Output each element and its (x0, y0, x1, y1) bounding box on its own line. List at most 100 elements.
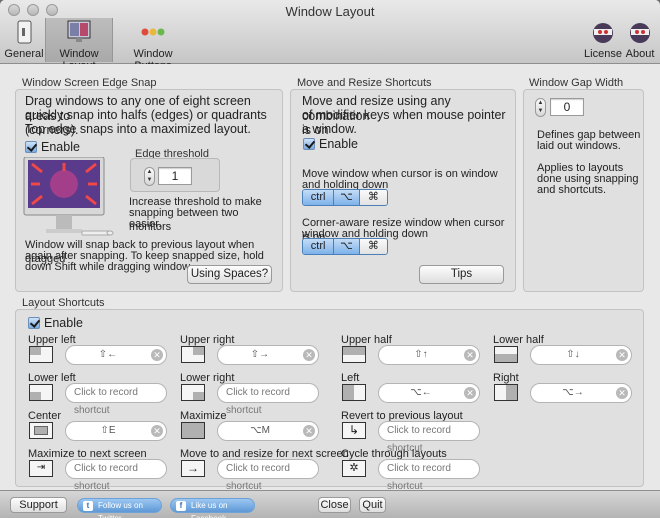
facebook-label: Like us on Facebook (191, 501, 228, 518)
using-spaces-button[interactable]: Using Spaces? (187, 265, 272, 284)
window: Window Layout General Window Layout Wind… (0, 0, 660, 518)
gap-title: Window Gap Width (529, 77, 624, 89)
shortcut-field-cycle[interactable]: Click to record shortcut (378, 459, 480, 492)
shortcut-field-lower-left[interactable]: Click to record shortcut (65, 383, 167, 416)
window-layout-icon (67, 20, 91, 42)
revert-icon: ↳ (342, 422, 366, 439)
move-next-screen-icon: → (181, 460, 205, 477)
edge-snap-enable-checkbox[interactable] (25, 141, 37, 153)
clear-icon[interactable]: ✕ (464, 349, 476, 361)
move-ctrl-key[interactable]: ctrl (303, 190, 335, 205)
tab-license[interactable]: License (584, 18, 622, 62)
close-button[interactable]: Close (318, 497, 351, 513)
shortcut-value: ⌥M (250, 425, 270, 436)
edge-threshold-stepper[interactable]: ▲ ▼ (144, 167, 155, 186)
gap-desc-5: and shortcuts. (537, 184, 607, 196)
quit-button[interactable]: Quit (359, 497, 386, 513)
shortcut-field-left[interactable]: ⌥← ✕ (378, 383, 480, 403)
move-resize-title: Move and Resize Shortcuts (297, 77, 432, 89)
shortcut-label: Lower left (28, 372, 76, 384)
gap-panel: ▲ ▼ 0 Defines gap between laid out window… (523, 89, 644, 292)
lower-left-icon (29, 384, 53, 401)
shortcut-field-right[interactable]: ⌥→ ✕ (530, 383, 632, 403)
center-icon (29, 422, 53, 439)
general-icon (17, 20, 32, 44)
shortcut-field-upper-half[interactable]: ⇧↑ ✕ (378, 345, 480, 365)
clear-icon[interactable]: ✕ (151, 425, 163, 437)
window-buttons-icon (141, 28, 165, 36)
edge-snap-desc-3: Top edge snaps into a maximized layout. (25, 122, 251, 136)
shortcut-field-lower-right[interactable]: Click to record shortcut (217, 383, 319, 416)
bottom-bar: Support t Follow us on Twitter f Like us o… (0, 490, 660, 518)
edge-threshold-group: ▲ ▼ 1 (130, 158, 220, 192)
shortcut-field-lower-half[interactable]: ⇧↓ ✕ (530, 345, 632, 365)
tab-general[interactable]: General (4, 18, 44, 62)
gap-desc-2: laid out windows. (537, 140, 621, 152)
imac-illustration-icon (23, 157, 114, 236)
shortcut-value: ⌥← (410, 387, 432, 398)
gap-stepper[interactable]: ▲ ▼ (535, 98, 546, 117)
next-screen-icon: ⇥ (29, 460, 53, 477)
lower-half-icon (494, 346, 518, 363)
edge-snap-title: Window Screen Edge Snap (22, 77, 157, 89)
move-modifier-keys[interactable]: ctrl ⌥ ⌘ (302, 189, 388, 206)
lower-right-icon (181, 384, 205, 401)
tab-about[interactable]: About (623, 18, 657, 62)
tab-window-layout[interactable]: Window Layout (45, 18, 113, 72)
tab-general-label: General (4, 48, 44, 60)
layout-shortcuts-enable-checkbox[interactable] (28, 317, 40, 329)
twitter-label: Follow us on Twitter (98, 501, 143, 518)
shortcut-field-upper-right[interactable]: ⇧→ ✕ (217, 345, 319, 365)
tab-window-buttons[interactable]: Window Buttons (117, 18, 189, 72)
content-area: Window Screen Edge Snap Drag windows to … (0, 64, 660, 492)
upper-right-icon (181, 346, 205, 363)
shortcut-label: Lower half (493, 334, 544, 346)
shortcut-field-upper-left[interactable]: ⇧← ✕ (65, 345, 167, 365)
clear-icon[interactable]: ✕ (303, 425, 315, 437)
support-button[interactable]: Support (10, 497, 67, 513)
tips-button[interactable]: Tips (419, 265, 504, 284)
tab-license-label: License (584, 48, 622, 60)
upper-half-icon (342, 346, 366, 363)
layout-shortcuts-panel: Enable Upper left ⇧← ✕ Upper right ⇧→ ✕ Up… (15, 309, 644, 492)
shortcut-label: Left (341, 372, 360, 384)
resize-option-key[interactable]: ⌥ (334, 239, 360, 254)
resize-ctrl-key[interactable]: ctrl (303, 239, 335, 254)
clear-icon[interactable]: ✕ (464, 387, 476, 399)
clear-icon[interactable]: ✕ (151, 349, 163, 361)
upper-left-icon (29, 346, 53, 363)
shortcut-value: ⇧↓ (566, 349, 580, 360)
move-option-key[interactable]: ⌥ (334, 190, 360, 205)
edge-snap-panel: Drag windows to any one of eight screen … (15, 89, 283, 292)
shortcut-value: ⇧→ (250, 349, 270, 360)
layout-shortcuts-enable-label: Enable (44, 316, 83, 330)
shortcut-value: ⇧E (100, 425, 116, 436)
shortcut-label: Upper half (341, 334, 392, 346)
threshold-help-3: easier. (129, 218, 162, 230)
move-command-key[interactable]: ⌘ (359, 190, 387, 205)
shortcut-field-move-next-screen[interactable]: Click to record shortcut (217, 459, 319, 492)
clear-icon[interactable]: ✕ (616, 349, 628, 361)
tab-about-label: About (625, 48, 655, 60)
window-title: Window Layout (285, 4, 375, 19)
shortcut-field-maximize[interactable]: ⌥M ✕ (217, 421, 319, 441)
resize-command-key[interactable]: ⌘ (359, 239, 387, 254)
resize-modifier-keys[interactable]: ctrl ⌥ ⌘ (302, 238, 388, 255)
shortcut-field-next-screen[interactable]: Click to record shortcut (65, 459, 167, 492)
layout-shortcuts-title: Layout Shortcuts (22, 297, 105, 309)
move-resize-enable-label: Enable (319, 137, 358, 151)
move-resize-panel: Move and resize using any combination of… (290, 89, 516, 292)
about-icon (630, 23, 650, 43)
twitter-button[interactable]: t Follow us on Twitter (77, 498, 162, 518)
shortcut-label: Maximize (180, 410, 227, 422)
facebook-button[interactable]: f Like us on Facebook (170, 498, 255, 518)
shortcut-value: ⇧↑ (414, 349, 428, 360)
clear-icon[interactable]: ✕ (303, 349, 315, 361)
shortcut-field-revert[interactable]: Click to record shortcut (378, 421, 480, 454)
edge-threshold-input[interactable]: 1 (158, 167, 192, 185)
left-half-icon (342, 384, 366, 401)
move-resize-enable-checkbox[interactable] (303, 138, 315, 150)
clear-icon[interactable]: ✕ (616, 387, 628, 399)
gap-width-input[interactable]: 0 (550, 98, 584, 116)
shortcut-field-center[interactable]: ⇧E ✕ (65, 421, 167, 441)
